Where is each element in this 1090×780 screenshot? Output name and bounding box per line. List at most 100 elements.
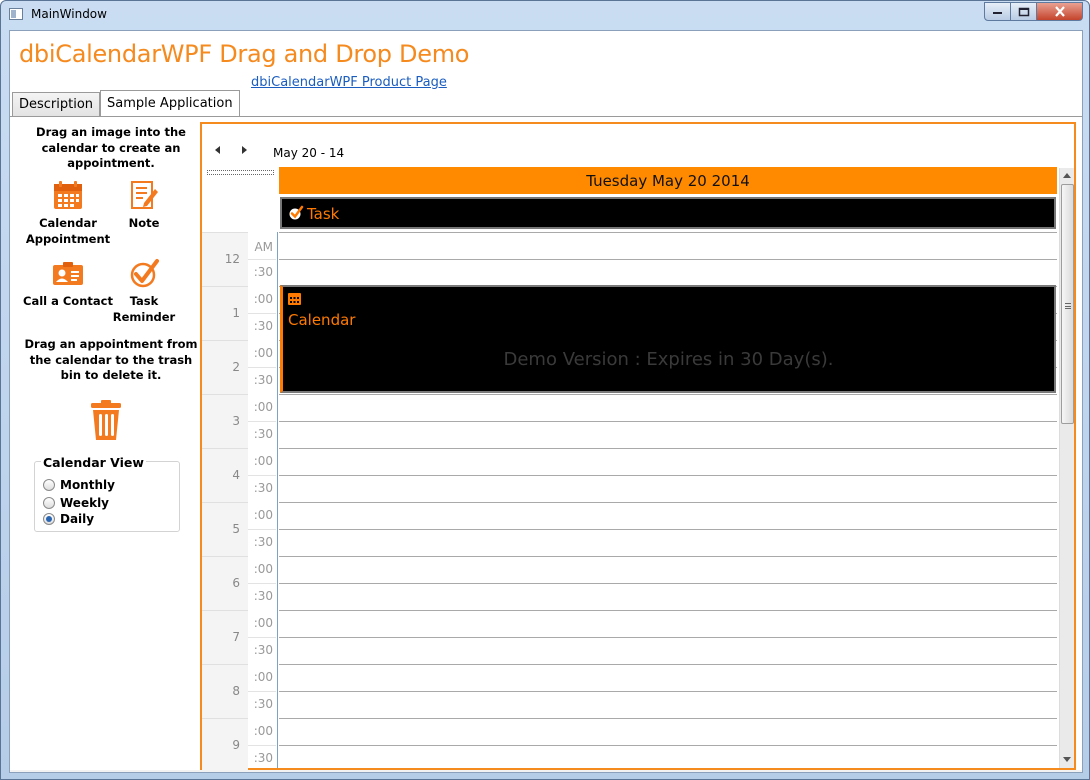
next-button[interactable] (239, 144, 251, 156)
date-navigation: May 20 - 14 (213, 140, 344, 160)
hour-label: 5 (202, 502, 248, 556)
appointment-label: Calendar (288, 311, 356, 329)
note-icon (128, 179, 160, 211)
scroll-thumb[interactable] (1061, 184, 1074, 424)
minute-30-label: :30 (248, 643, 276, 657)
weekly-radio[interactable] (43, 497, 55, 509)
time-slot-row[interactable] (279, 637, 1057, 638)
time-slot-row[interactable] (279, 394, 1057, 395)
product-page-link[interactable]: dbiCalendarWPF Product Page (251, 75, 447, 90)
calendar-panel: May 20 - 14 Tuesday May 20 2014 Task AM … (200, 122, 1076, 772)
demo-notice: Demo Version : Expires in 30 Day(s). (503, 349, 834, 370)
close-button[interactable] (1037, 2, 1083, 21)
hour-label: 8 (202, 664, 248, 718)
tool-task-reminder[interactable]: Task Reminder (99, 257, 189, 325)
minute-00-label: :00 (248, 454, 276, 468)
time-column-divider (277, 232, 278, 768)
view-option-monthly[interactable]: Monthly (43, 478, 115, 492)
window-title: MainWindow (31, 7, 107, 21)
time-slot-row[interactable] (279, 745, 1057, 746)
half-hour-tick (248, 745, 276, 746)
date-range-label: May 20 - 14 (273, 146, 345, 160)
hour-label: 6 (202, 556, 248, 610)
time-slot-row[interactable] (279, 664, 1057, 665)
minute-30-label: :30 (248, 535, 276, 549)
delete-instruction: Drag an appointment from the calendar to… (24, 337, 198, 382)
contact-card-icon (52, 257, 84, 289)
maximize-button[interactable] (1011, 2, 1037, 21)
minute-00-label: :00 (248, 292, 276, 306)
minute-30-label: :30 (248, 481, 276, 495)
time-slot-row[interactable] (279, 718, 1057, 719)
time-slot-row[interactable] (279, 583, 1057, 584)
window-icon (9, 8, 23, 20)
task-check-icon (288, 205, 304, 221)
trash-bin[interactable] (89, 399, 123, 441)
day-header[interactable]: Tuesday May 20 2014 (279, 167, 1057, 194)
half-hour-tick (248, 637, 276, 638)
time-slot-row[interactable] (279, 529, 1057, 530)
tool-task-reminder-label: Task Reminder (112, 294, 176, 324)
tab-description[interactable]: Description (12, 92, 101, 116)
calendar-appointment[interactable]: Calendar Demo Version : Expires in 30 Da… (280, 285, 1056, 393)
grip-icon (1065, 303, 1071, 309)
time-slot-row[interactable] (279, 421, 1057, 422)
minimize-icon (992, 11, 1002, 14)
time-slot-row[interactable] (279, 502, 1057, 503)
arrow-right-icon (242, 146, 247, 154)
minute-30-label: :30 (248, 751, 276, 765)
time-slot-row[interactable] (279, 556, 1057, 557)
main-window: MainWindow dbiCalendarWPF Drag and Drop … (0, 0, 1090, 780)
half-hour-tick (248, 421, 276, 422)
half-hour-tick (248, 529, 276, 530)
minute-30-label: :30 (248, 319, 276, 333)
tool-note[interactable]: Note (99, 179, 189, 231)
half-hour-tick (248, 475, 276, 476)
drag-instruction: Drag an image into the calendar to creat… (36, 125, 186, 170)
minute-30-label: :30 (248, 427, 276, 441)
minute-00-label: :00 (248, 724, 276, 738)
minute-30-label: :30 (248, 589, 276, 603)
monthly-radio[interactable] (43, 479, 55, 491)
time-slot-row[interactable] (279, 232, 1057, 233)
minute-30-label: :30 (248, 265, 276, 279)
scroll-up-icon[interactable] (1063, 173, 1071, 178)
weekly-label: Weekly (60, 496, 110, 510)
time-slot-row[interactable] (279, 259, 1057, 260)
view-option-weekly[interactable]: Weekly (43, 496, 109, 510)
close-icon (1054, 6, 1065, 17)
monthly-label: Monthly (60, 478, 115, 492)
corner-placeholder (207, 170, 274, 175)
calendar-icon (52, 179, 84, 211)
allday-task-appointment[interactable]: Task (280, 197, 1056, 229)
time-slot-row[interactable] (279, 448, 1057, 449)
minimize-button[interactable] (984, 2, 1011, 21)
trash-icon (91, 400, 121, 440)
minute-00-label: :00 (248, 616, 276, 630)
hour-label: 9 (202, 718, 248, 772)
calendar-view-legend: Calendar View (41, 455, 146, 470)
hour-label: 4 (202, 448, 248, 502)
time-slot-row[interactable] (279, 691, 1057, 692)
minute-00-label: :00 (248, 670, 276, 684)
half-hour-tick (248, 583, 276, 584)
daily-radio[interactable] (43, 513, 55, 525)
time-slot-row[interactable] (279, 475, 1057, 476)
view-option-daily[interactable]: Daily (43, 512, 94, 526)
hour-label: 7 (202, 610, 248, 664)
vertical-scrollbar[interactable] (1059, 168, 1074, 768)
calendar-view-group: Calendar View Monthly Weekly Daily (34, 455, 180, 532)
scroll-down-icon[interactable] (1063, 757, 1071, 762)
time-slot-row[interactable] (279, 610, 1057, 611)
arrow-left-icon (215, 146, 220, 154)
title-bar[interactable]: MainWindow (1, 1, 1089, 29)
tab-sample-application[interactable]: Sample Application (100, 90, 240, 116)
minute-00-label: :00 (248, 400, 276, 414)
task-label: Task (307, 205, 340, 223)
half-hour-tick (248, 691, 276, 692)
hour-label: 3 (202, 394, 248, 448)
minute-00-label: :00 (248, 346, 276, 360)
am-label: AM (248, 240, 276, 256)
previous-button[interactable] (213, 144, 225, 156)
page-title: dbiCalendarWPF Drag and Drop Demo (19, 40, 470, 68)
